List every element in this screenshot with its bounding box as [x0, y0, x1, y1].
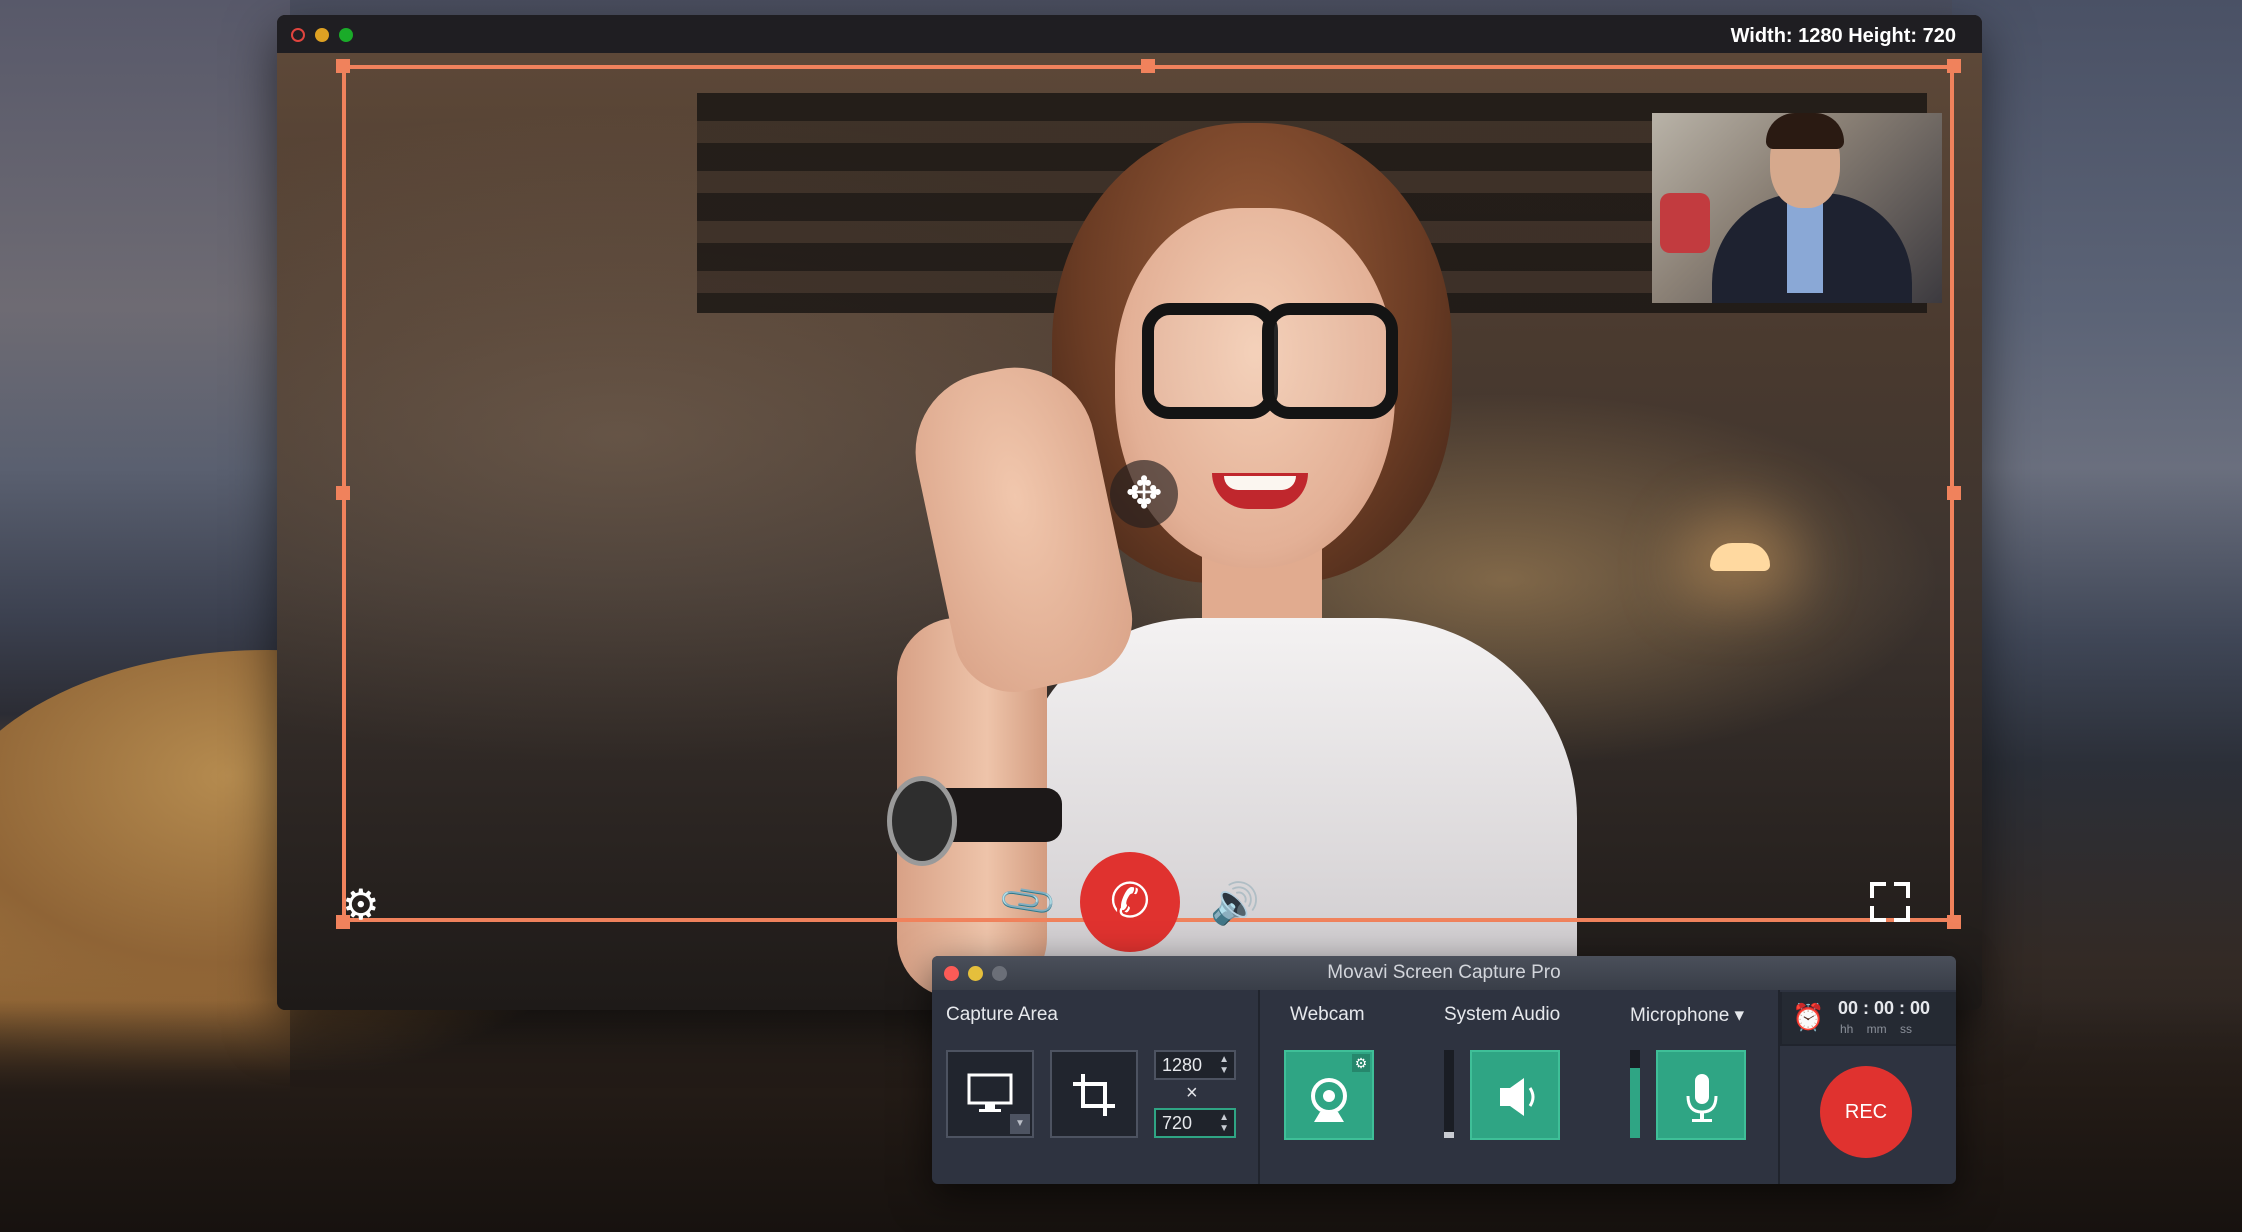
- recording-timer[interactable]: ⏰ 00 : 00 : 00 hh mm ss: [1780, 992, 1956, 1046]
- phone-icon[interactable]: ✆: [1080, 852, 1180, 952]
- select-area-button[interactable]: [1050, 1050, 1138, 1138]
- width-input[interactable]: 1280 ▲ ▼: [1154, 1050, 1236, 1080]
- webcam-settings-gear-icon[interactable]: ⚙: [1352, 1054, 1370, 1072]
- capture-area-label: Capture Area: [946, 1004, 1058, 1025]
- resize-handle-top-left[interactable]: [336, 59, 350, 73]
- crop-icon: [1073, 1074, 1115, 1116]
- chevron-down-icon[interactable]: ▼: [1010, 1114, 1030, 1134]
- panel-titlebar: Movavi Screen Capture Pro: [932, 956, 1956, 990]
- capture-dimensions-label: Width: 1280 Height: 720: [1722, 21, 1964, 52]
- minimize-window-button[interactable]: [315, 28, 329, 42]
- movavi-control-panel: Movavi Screen Capture Pro Capture Area ▼…: [932, 956, 1956, 1184]
- monitor-icon: [967, 1073, 1013, 1112]
- call-window-titlebar: Width: 1280 Height: 720: [277, 15, 1982, 53]
- system-audio-toggle[interactable]: [1470, 1050, 1560, 1140]
- panel-zoom-button[interactable]: [992, 966, 1007, 981]
- width-value: 1280: [1162, 1055, 1203, 1075]
- gear-icon[interactable]: ⚙: [342, 880, 380, 929]
- fullscreen-icon[interactable]: [1870, 882, 1910, 922]
- system-audio-label: System Audio: [1444, 1004, 1561, 1025]
- width-stepper-icon[interactable]: ▲ ▼: [1219, 1054, 1229, 1076]
- webcam-toggle[interactable]: ⚙: [1284, 1050, 1374, 1140]
- resize-handle-bottom-right[interactable]: [1947, 915, 1961, 929]
- resize-handle-right[interactable]: [1947, 486, 1961, 500]
- microphone-toggle[interactable]: [1656, 1050, 1746, 1140]
- speaker-icon[interactable]: 🔊: [1210, 880, 1260, 927]
- microphone-section: Microphone ▾: [1570, 990, 1778, 1184]
- microphone-dropdown[interactable]: Microphone ▾: [1630, 1004, 1744, 1027]
- panel-title: Movavi Screen Capture Pro: [1327, 962, 1561, 983]
- fullscreen-capture-button[interactable]: ▼: [946, 1050, 1034, 1138]
- webcam-label: Webcam: [1290, 1004, 1365, 1025]
- microphone-level-meter: [1630, 1050, 1640, 1138]
- microphone-icon: [1686, 1074, 1718, 1122]
- panel-close-button[interactable]: [944, 966, 959, 981]
- resize-handle-top-right[interactable]: [1947, 59, 1961, 73]
- alarm-clock-icon[interactable]: ⏰: [1792, 1002, 1824, 1033]
- zoom-window-button[interactable]: [339, 28, 353, 42]
- height-input[interactable]: 720 ▲ ▼: [1154, 1108, 1236, 1138]
- close-window-button[interactable]: [291, 28, 305, 42]
- webcam-section: Webcam ⚙: [1260, 990, 1390, 1184]
- system-audio-level-fill: [1444, 1132, 1454, 1138]
- speaker-icon: [1500, 1078, 1535, 1116]
- panel-minimize-button[interactable]: [968, 966, 983, 981]
- times-symbol: ×: [1186, 1082, 1198, 1104]
- timer-value: 00 : 00 : 00: [1838, 998, 1931, 1018]
- height-stepper-icon[interactable]: ▲ ▼: [1219, 1112, 1229, 1134]
- resize-handle-top[interactable]: [1141, 59, 1155, 73]
- system-audio-section: System Audio: [1390, 990, 1570, 1184]
- system-audio-level-meter: [1444, 1050, 1454, 1138]
- microphone-level-fill: [1630, 1068, 1640, 1138]
- height-value: 720: [1162, 1113, 1193, 1133]
- capture-area-section: Capture Area ▼ 1280 ▲ ▼ × 720 ▲ ▼: [932, 990, 1258, 1184]
- timer-units: hh mm ss: [1840, 1022, 1913, 1036]
- resize-handle-left[interactable]: [336, 486, 350, 500]
- rec-button[interactable]: REC: [1820, 1066, 1912, 1158]
- move-arrows-icon[interactable]: ✥: [1110, 460, 1178, 528]
